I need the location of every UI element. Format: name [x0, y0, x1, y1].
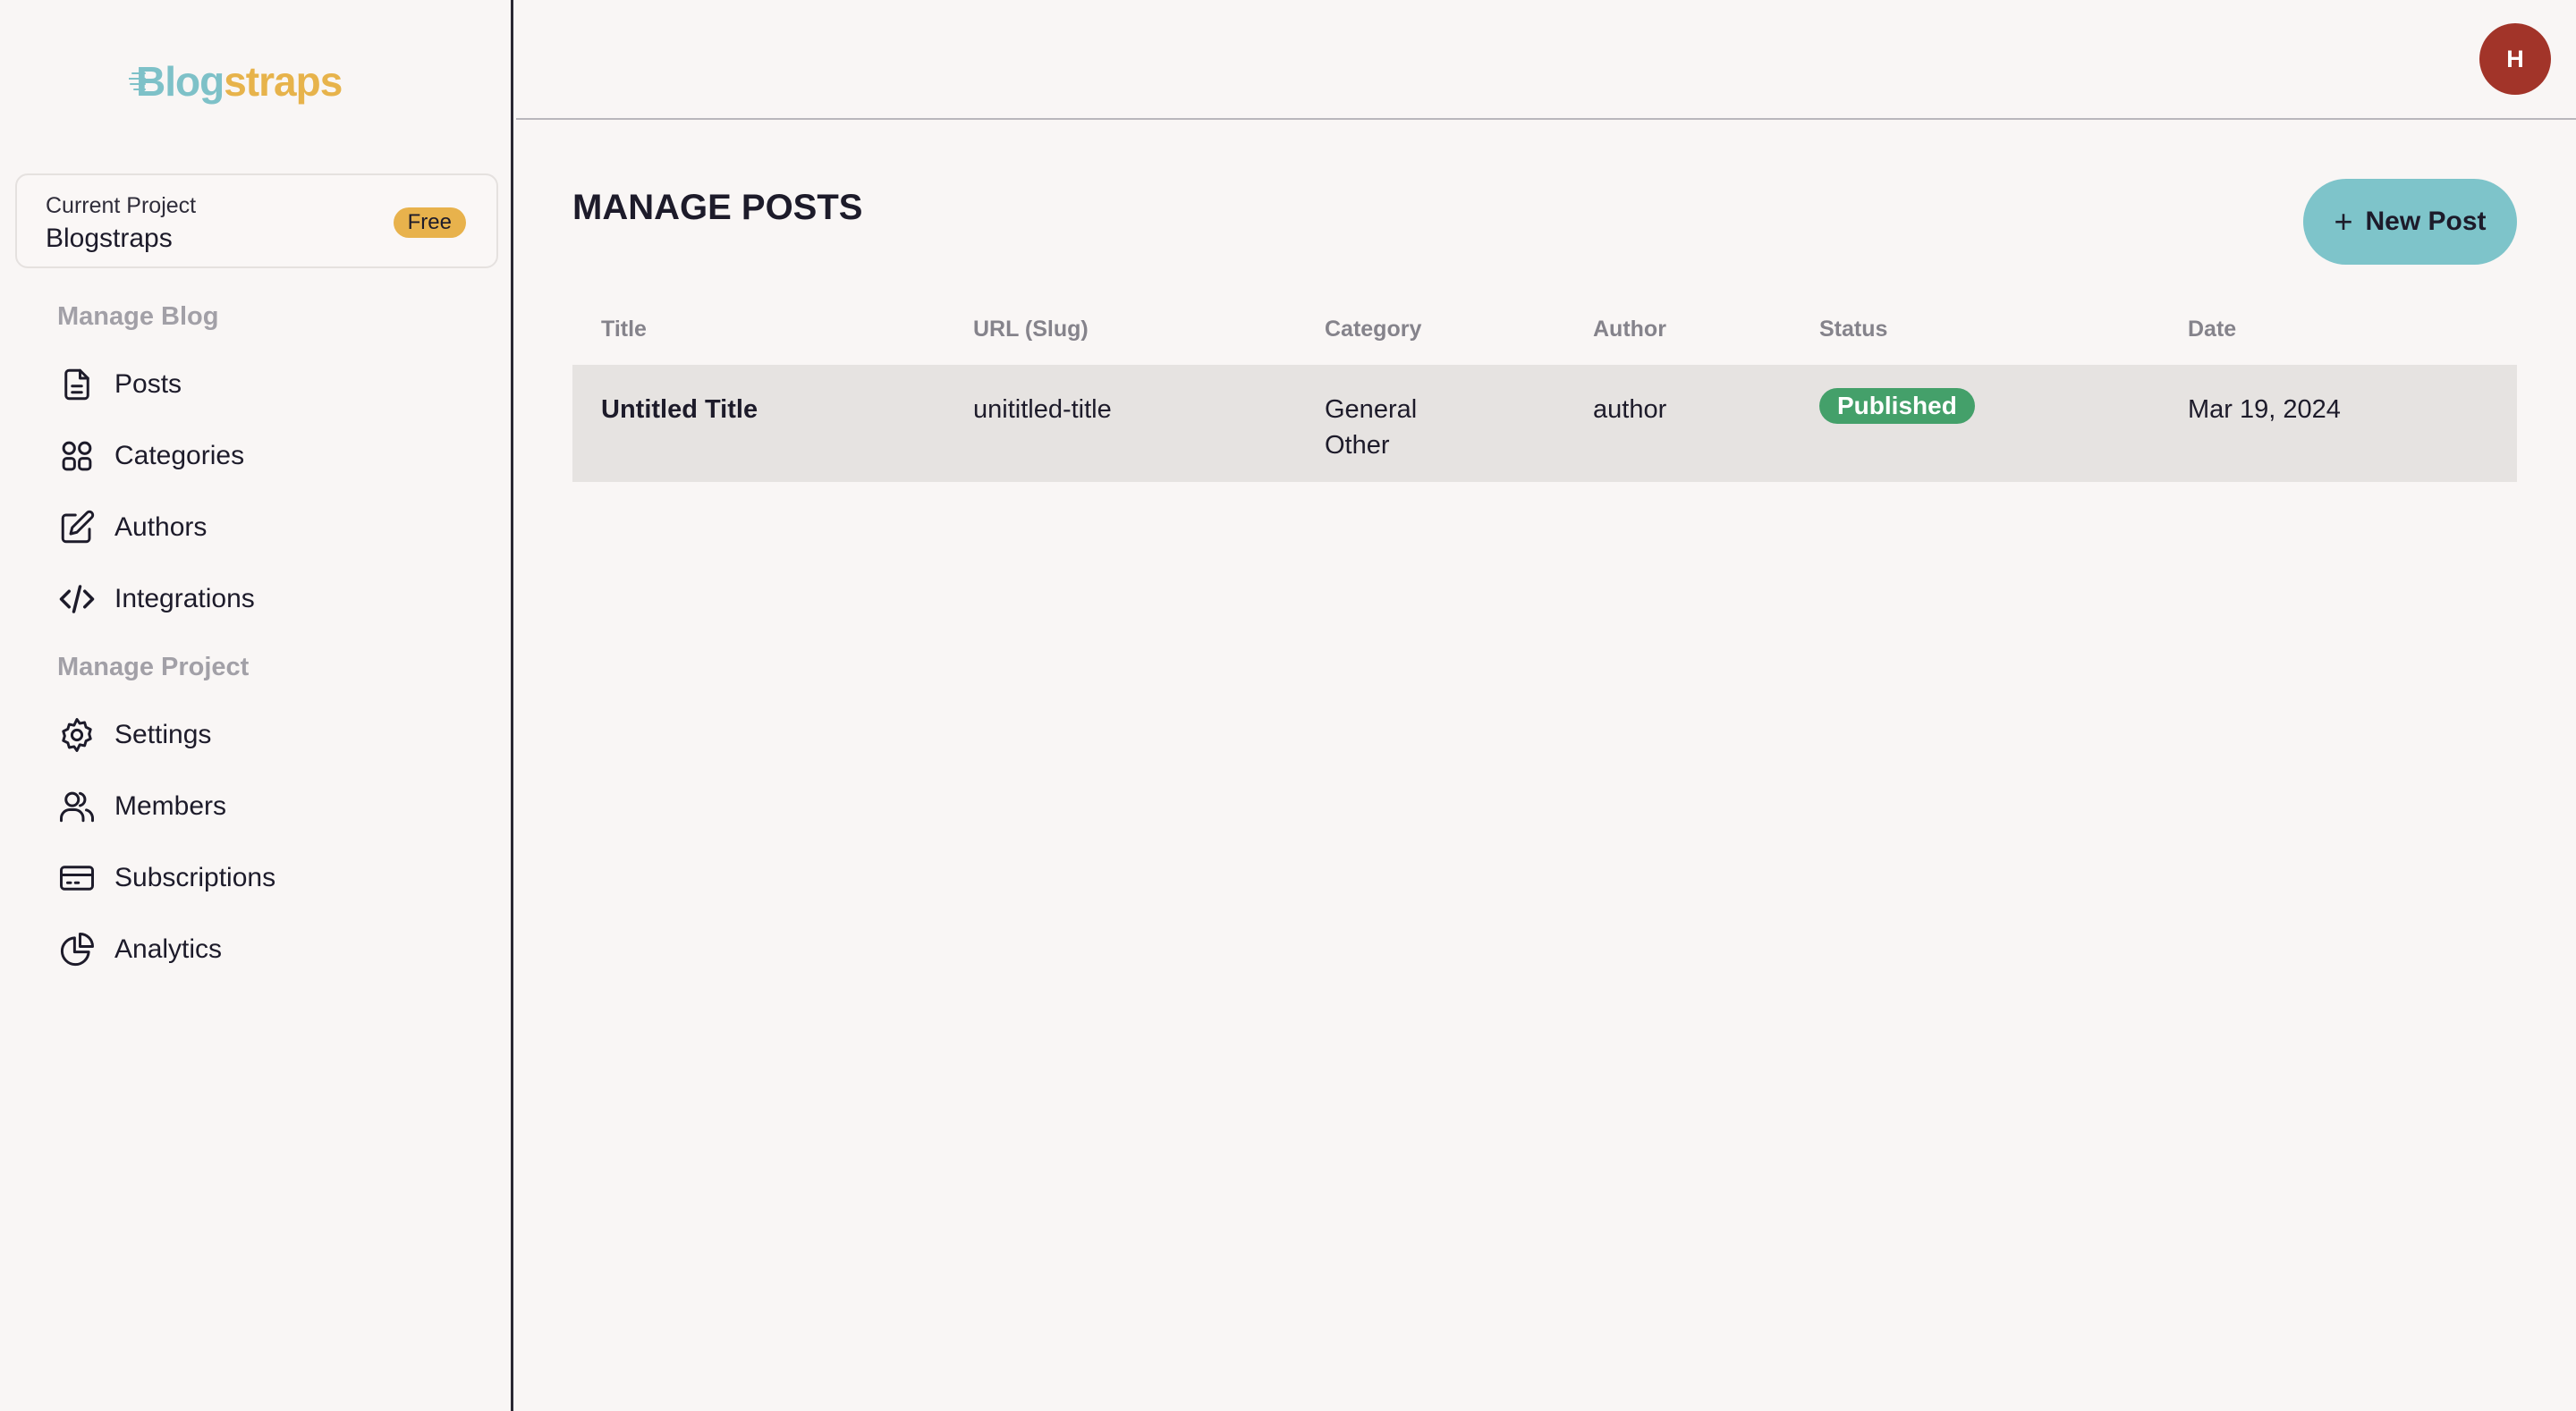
- column-header-status[interactable]: Status: [1819, 317, 1887, 342]
- column-header-title[interactable]: Title: [601, 317, 647, 342]
- pie-chart-icon: [57, 930, 97, 969]
- sidebar: Blogstraps Current Project Blogstraps Fr…: [0, 0, 513, 1411]
- post-title[interactable]: Untitled Title: [601, 392, 758, 427]
- sidebar-item-integrations[interactable]: Integrations: [57, 572, 469, 626]
- users-icon: [57, 787, 97, 826]
- sidebar-item-label: Subscriptions: [114, 863, 276, 892]
- column-header-date[interactable]: Date: [2188, 317, 2236, 342]
- project-caption: Current Project: [46, 193, 197, 218]
- project-switcher[interactable]: Current Project Blogstraps Free: [15, 173, 498, 268]
- category-tag: Other: [1325, 431, 1390, 460]
- plan-badge: Free: [393, 207, 466, 238]
- new-post-button[interactable]: + New Post: [2303, 179, 2517, 265]
- column-header-author[interactable]: Author: [1593, 317, 1666, 342]
- post-date: Mar 19, 2024: [2188, 395, 2341, 424]
- logo-text-straps: straps: [224, 58, 343, 105]
- post-slug: unititled-title: [973, 395, 1112, 424]
- post-author: author: [1593, 395, 1667, 424]
- sidebar-item-analytics[interactable]: Analytics: [57, 923, 469, 976]
- sidebar-item-categories[interactable]: Categories: [57, 429, 469, 483]
- speed-lines-icon: [129, 72, 146, 90]
- category-tag: General: [1325, 395, 1418, 424]
- logo[interactable]: Blogstraps: [129, 57, 343, 106]
- column-header-slug[interactable]: URL (Slug): [973, 317, 1089, 342]
- sidebar-item-subscriptions[interactable]: Subscriptions: [57, 851, 469, 905]
- sidebar-item-label: Posts: [114, 369, 182, 399]
- sidebar-item-label: Categories: [114, 441, 245, 470]
- page-title: MANAGE POSTS: [572, 188, 863, 227]
- logo-text-blog: Blog: [136, 58, 225, 105]
- code-icon: [57, 579, 97, 619]
- grid-icon: [57, 436, 97, 476]
- sidebar-item-label: Integrations: [114, 584, 255, 613]
- edit-icon: [57, 508, 97, 547]
- project-name: Blogstraps: [46, 224, 173, 253]
- table-row[interactable]: Untitled Title unititled-title General O…: [572, 365, 2517, 482]
- post-categories: General Other: [1325, 392, 1417, 463]
- sidebar-item-label: Analytics: [114, 934, 223, 964]
- sidebar-item-posts[interactable]: Posts: [57, 358, 469, 411]
- document-icon: [57, 365, 97, 404]
- sidebar-item-label: Members: [114, 791, 227, 821]
- sidebar-item-label: Authors: [114, 512, 208, 542]
- status-badge: Published: [1819, 388, 1975, 424]
- sidebar-item-label: Settings: [114, 720, 212, 749]
- sidebar-item-members[interactable]: Members: [57, 780, 469, 833]
- top-bar: H: [516, 0, 2576, 120]
- section-manage-project: Manage Project: [57, 653, 250, 681]
- sidebar-item-settings[interactable]: Settings: [57, 708, 469, 762]
- sidebar-item-authors[interactable]: Authors: [57, 501, 469, 554]
- plus-icon: +: [2334, 203, 2353, 240]
- new-post-label: New Post: [2365, 207, 2487, 236]
- gear-icon: [57, 715, 97, 755]
- credit-card-icon: [57, 858, 97, 898]
- section-manage-blog: Manage Blog: [57, 302, 219, 331]
- user-avatar[interactable]: H: [2479, 23, 2551, 95]
- column-header-category[interactable]: Category: [1325, 317, 1421, 342]
